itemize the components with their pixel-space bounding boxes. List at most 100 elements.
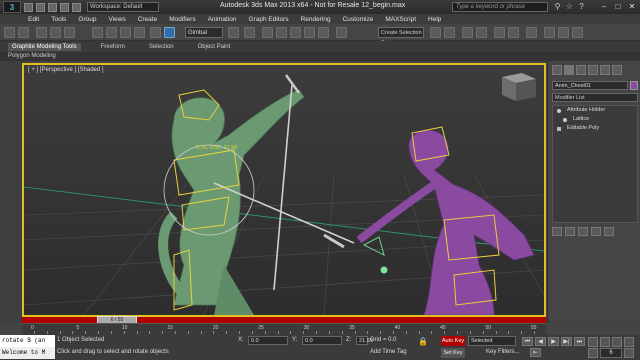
x-coordinate-field[interactable]: 0.0 [248,336,288,345]
menu-modifiers[interactable]: Modifiers [169,16,195,23]
menu-customize[interactable]: Customize [343,16,374,23]
menu-edit[interactable]: Edit [28,16,39,23]
maximize-viewport-icon[interactable] [624,348,634,358]
edit-named-selection-icon[interactable] [336,27,347,38]
selection-region-icon[interactable] [120,27,131,38]
track-bar[interactable]: 0 5 10 15 20 25 30 35 40 45 50 55 [22,323,546,335]
select-by-name-icon[interactable] [106,27,117,38]
viewport-scene[interactable] [24,65,544,315]
undo-icon[interactable] [4,27,15,38]
manipulate-icon[interactable] [244,27,255,38]
play-icon[interactable]: ▶ [548,337,559,346]
tab-selection[interactable]: Selection [145,43,178,51]
stack-item-lattice[interactable]: Lattice [553,115,637,124]
object-name-field[interactable]: Anim_Chest01 [552,81,628,90]
search-input[interactable]: Type a keyword or phrase [452,2,548,12]
tab-freeform[interactable]: Freeform [97,43,129,51]
schematic-view-icon[interactable] [508,27,519,38]
unlink-icon[interactable] [50,27,61,38]
ribbon-panel-polygon-modeling[interactable]: Polygon Modeling [0,52,640,61]
named-selection-dropdown[interactable]: Create Selection Se [378,27,424,46]
viewport-label-menu[interactable]: [ + ] [Perspective ] [Shaded ] [28,67,104,73]
menu-maxscript[interactable]: MAXScript [385,16,416,23]
z-coordinate-field[interactable]: 21.99 [356,336,373,345]
menu-group[interactable]: Group [78,16,96,23]
zoom-extents-icon[interactable] [624,337,634,347]
menu-help[interactable]: Help [428,16,441,23]
menu-animation[interactable]: Animation [208,16,237,23]
window-crossing-icon[interactable] [134,27,145,38]
go-to-start-icon[interactable]: ⏮ [522,337,533,346]
close-button[interactable]: ✕ [626,1,638,12]
bind-space-warp-icon[interactable] [64,27,75,38]
pin-stack-icon[interactable] [552,227,562,236]
green-character[interactable] [158,89,305,315]
rotate-icon[interactable] [164,27,175,38]
tab-graphite-modeling-tools[interactable]: Graphite Modeling Tools [8,42,81,51]
angle-snap-icon[interactable] [290,27,301,38]
zoom-all-icon[interactable] [612,337,622,347]
go-to-end-icon[interactable]: ⏭ [574,337,585,346]
auto-key-button[interactable]: Auto Key [441,336,465,346]
hierarchy-tab-icon[interactable] [576,65,586,75]
key-mode-dropdown[interactable]: Selected [468,336,516,346]
motion-tab-icon[interactable] [588,65,598,75]
modifier-list-dropdown[interactable]: Modifier List [552,93,638,102]
minimize-button[interactable]: – [598,1,610,12]
material-editor-icon[interactable] [526,27,537,38]
maximize-button[interactable]: □ [612,1,624,12]
spinner-snap-icon[interactable] [318,27,329,38]
render-icon[interactable] [572,27,583,38]
save-icon[interactable] [48,2,57,12]
key-mode-toggle-icon[interactable]: ⇤ [530,348,541,357]
menu-graph-editors[interactable]: Graph Editors [249,16,289,23]
display-tab-icon[interactable] [600,65,610,75]
pivot-center-icon[interactable] [228,27,239,38]
link-icon[interactable] [36,27,47,38]
make-unique-icon[interactable] [578,227,588,236]
menu-rendering[interactable]: Rendering [301,16,331,23]
orbit-icon[interactable] [588,348,598,358]
key-filters-button[interactable]: Key Filters... [486,349,519,355]
new-icon[interactable] [24,2,33,12]
snaps-icon[interactable] [276,27,287,38]
undo-icon[interactable] [60,2,69,12]
previous-frame-icon[interactable]: ◀ [535,337,546,346]
reference-coordinate-dropdown[interactable]: Gimbal [185,27,223,38]
bulb-icon[interactable] [563,118,567,122]
create-tab-icon[interactable] [552,65,562,75]
open-icon[interactable] [36,2,45,12]
add-time-tag-button[interactable]: Add Time Tag [370,349,407,355]
move-icon[interactable] [150,27,161,38]
configure-modifier-sets-icon[interactable] [604,227,614,236]
modify-tab-icon[interactable] [564,65,574,75]
stack-item-attribute-holder[interactable]: Attribute Holder [553,106,637,115]
current-frame-field[interactable]: 6 [600,348,622,358]
viewcube[interactable] [502,73,536,101]
render-setup-icon[interactable] [544,27,555,38]
help-icon[interactable]: ? [577,2,586,11]
app-menu-button[interactable]: 3 [3,1,21,13]
menu-tools[interactable]: Tools [51,16,66,23]
tab-object-paint[interactable]: Object Paint [194,43,235,51]
graphite-toggle-icon[interactable] [476,27,487,38]
maxscript-listener-output[interactable]: Welcome to M [0,347,55,359]
layer-manager-icon[interactable] [462,27,473,38]
percent-snap-icon[interactable] [304,27,315,38]
object-color-swatch[interactable] [630,81,638,90]
search-icon[interactable]: ⚲ [553,2,562,11]
align-icon[interactable] [444,27,455,38]
zoom-icon[interactable] [600,337,610,347]
select-object-icon[interactable] [92,27,103,38]
next-frame-icon[interactable]: ▶| [561,337,572,346]
lock-selection-icon[interactable]: 🔒 [418,337,432,346]
ik-target-handle[interactable] [380,266,388,274]
purple-character[interactable] [356,129,535,315]
rendered-frame-icon[interactable] [558,27,569,38]
menu-create[interactable]: Create [138,16,158,23]
maxscript-listener-input[interactable]: rotate $ (an [0,335,55,347]
redo-icon[interactable] [18,27,29,38]
perspective-viewport[interactable]: [ + ] [Perspective ] [Shaded ] 0.00, 0.0… [22,63,546,317]
redo-icon[interactable] [72,2,81,12]
keyboard-shortcut-icon[interactable] [262,27,273,38]
